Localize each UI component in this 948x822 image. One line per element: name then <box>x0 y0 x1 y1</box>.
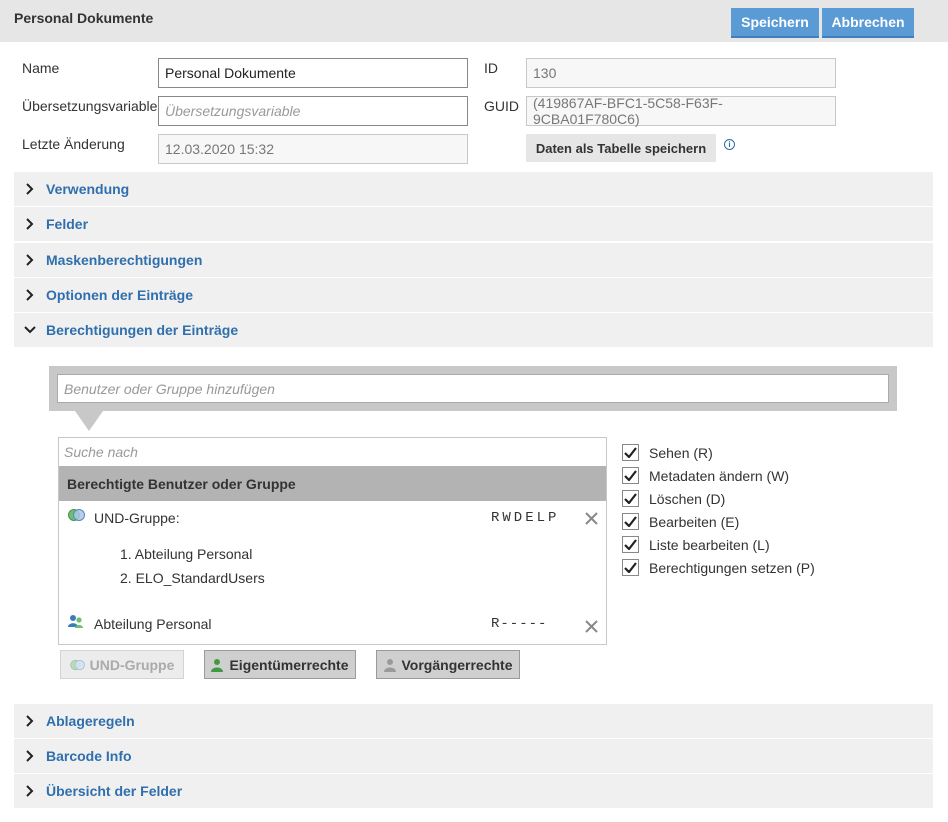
list-header: Berechtigte Benutzer oder Gruppe <box>59 466 606 501</box>
checkbox-label: Berechtigungen setzen (P) <box>649 559 815 576</box>
chevron-right-icon <box>14 254 46 266</box>
save-as-table-button[interactable]: Daten als Tabelle speichern <box>526 134 716 162</box>
remove-entry-icon[interactable] <box>585 620 598 636</box>
last-change-label: Letzte Änderung <box>22 136 125 152</box>
section-optionen-eintraege[interactable]: Optionen der Einträge <box>14 278 933 312</box>
checkbox-checked-icon[interactable] <box>622 536 639 553</box>
section-felder[interactable]: Felder <box>14 207 933 241</box>
panel-pointer <box>75 411 103 431</box>
chevron-right-icon <box>14 218 46 230</box>
checkbox-berechtigungen-setzen[interactable]: Berechtigungen setzen (P) <box>622 556 815 579</box>
save-button[interactable]: Speichern <box>731 8 819 38</box>
entry-rights: RWDELP <box>491 510 560 526</box>
section-uebersicht-felder[interactable]: Übersicht der Felder <box>14 774 933 808</box>
und-group-label: UND-Gruppe <box>89 656 175 673</box>
und-group-button[interactable]: UND-Gruppe <box>60 650 184 679</box>
user-group-icon <box>68 614 84 632</box>
and-group-icon <box>69 659 86 671</box>
remove-entry-icon[interactable] <box>585 512 598 528</box>
member-item: 2. ELO_StandardUsers <box>120 570 265 586</box>
section-barcode-info[interactable]: Barcode Info <box>14 739 933 773</box>
section-label: Übersicht der Felder <box>46 783 183 799</box>
chevron-right-icon <box>14 750 46 762</box>
checkbox-liste-bearbeiten[interactable]: Liste bearbeiten (L) <box>622 533 815 556</box>
member-item: 1. Abteilung Personal <box>120 546 253 562</box>
checkbox-sehen[interactable]: Sehen (R) <box>622 441 815 464</box>
chevron-right-icon <box>14 715 46 727</box>
chevron-right-icon <box>14 785 46 797</box>
chevron-down-icon <box>14 325 46 335</box>
owner-rights-button[interactable]: Eigentümerrechte <box>204 650 356 679</box>
checkbox-label: Löschen (D) <box>649 490 726 507</box>
section-label: Barcode Info <box>46 748 132 764</box>
entry-rights: R----- <box>491 616 548 632</box>
id-field: 130 <box>526 58 836 88</box>
guid-label: GUID <box>484 98 519 114</box>
permission-list: Suche nach Berechtigte Benutzer oder Gru… <box>58 437 607 645</box>
checkbox-label: Sehen (R) <box>649 444 713 461</box>
name-field[interactable]: Personal Dokumente <box>158 58 468 88</box>
translation-variable-label: Übersetzungsvariable <box>22 98 158 114</box>
translation-variable-field[interactable]: Übersetzungsvariable <box>158 96 468 126</box>
section-maskenberechtigungen[interactable]: Maskenberechtigungen <box>14 243 933 277</box>
page-title: Personal Dokumente <box>14 10 154 26</box>
chevron-right-icon <box>14 183 46 195</box>
entry-name: Abteilung Personal <box>94 616 212 632</box>
checkbox-checked-icon[interactable] <box>622 467 639 484</box>
checkbox-label: Metadaten ändern (W) <box>649 467 790 484</box>
checkbox-label: Liste bearbeiten (L) <box>649 536 770 553</box>
checkbox-label: Bearbeiten (E) <box>649 513 740 530</box>
predecessor-rights-label: Vorgängerrechte <box>401 656 513 673</box>
predecessor-icon <box>383 658 396 672</box>
id-label: ID <box>484 60 498 76</box>
add-user-panel: Benutzer oder Gruppe hinzufügen <box>49 366 897 411</box>
predecessor-rights-button[interactable]: Vorgängerrechte <box>376 650 520 679</box>
owner-rights-label: Eigentümerrechte <box>229 656 349 673</box>
checkbox-bearbeiten[interactable]: Bearbeiten (E) <box>622 510 815 533</box>
cancel-button[interactable]: Abbrechen <box>822 8 914 38</box>
checkbox-metadaten[interactable]: Metadaten ändern (W) <box>622 464 815 487</box>
owner-icon <box>211 658 224 672</box>
section-label: Ablageregeln <box>46 713 135 729</box>
checkbox-loeschen[interactable]: Löschen (D) <box>622 487 815 510</box>
section-ablageregeln[interactable]: Ablageregeln <box>14 704 933 738</box>
guid-field: (419867AF-BFC1-5C58-F63F-9CBA01F780C6) <box>526 95 836 127</box>
entry-name: UND-Gruppe: <box>94 510 180 526</box>
header-bar: Personal Dokumente Speichern Abbrechen <box>0 0 948 42</box>
name-label: Name <box>22 60 60 76</box>
rights-checkboxes: Sehen (R) Metadaten ändern (W) Löschen (… <box>622 441 815 579</box>
section-berechtigungen-eintraege[interactable]: Berechtigungen der Einträge <box>14 313 933 347</box>
section-label: Berechtigungen der Einträge <box>46 322 239 338</box>
checkbox-checked-icon[interactable] <box>622 490 639 507</box>
section-label: Optionen der Einträge <box>46 287 194 303</box>
section-verwendung[interactable]: Verwendung <box>14 172 933 206</box>
add-user-input[interactable]: Benutzer oder Gruppe hinzufügen <box>57 374 889 403</box>
section-label: Maskenberechtigungen <box>46 252 203 268</box>
and-group-icon <box>68 508 86 525</box>
last-change-field: 12.03.2020 15:32 <box>158 134 468 164</box>
search-input[interactable]: Suche nach <box>59 438 606 466</box>
checkbox-checked-icon[interactable] <box>622 513 639 530</box>
section-label: Verwendung <box>46 181 130 197</box>
info-icon[interactable]: i <box>724 139 735 150</box>
checkbox-checked-icon[interactable] <box>622 559 639 576</box>
chevron-right-icon <box>14 289 46 301</box>
checkbox-checked-icon[interactable] <box>622 444 639 461</box>
section-label: Felder <box>46 216 89 232</box>
